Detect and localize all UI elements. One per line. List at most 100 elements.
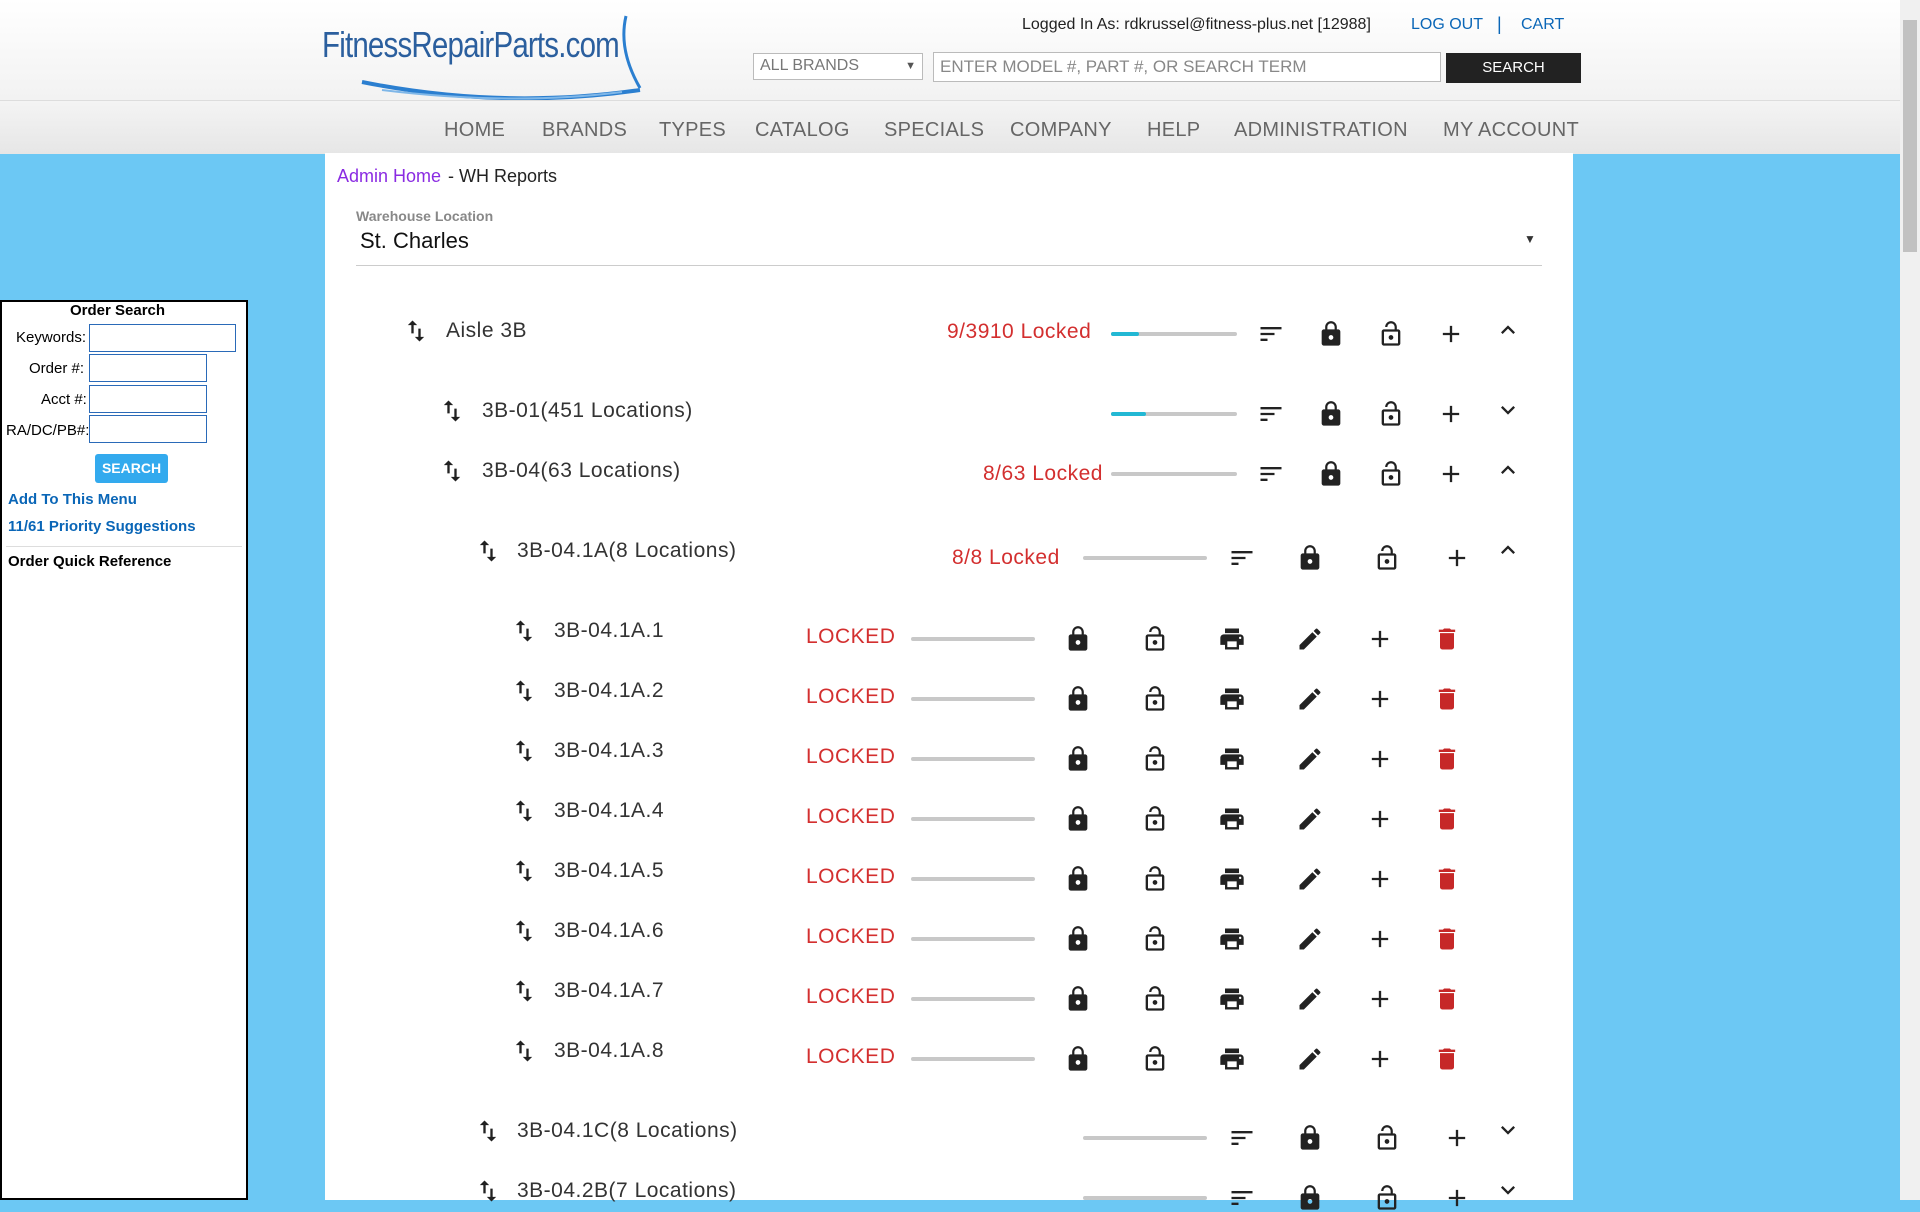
edit-icon[interactable] bbox=[1296, 685, 1324, 713]
priority-suggestions-link[interactable]: 11/61 Priority Suggestions bbox=[8, 518, 196, 535]
trash-icon[interactable] bbox=[1433, 625, 1461, 653]
warehouse-location-select[interactable]: St. Charles bbox=[360, 228, 469, 254]
edit-icon[interactable] bbox=[1296, 745, 1324, 773]
sort-arrows-icon[interactable] bbox=[510, 917, 538, 945]
sort-arrows-icon[interactable] bbox=[510, 617, 538, 645]
sort-arrows-icon[interactable] bbox=[510, 677, 538, 705]
plus-icon[interactable] bbox=[1366, 625, 1394, 653]
trash-icon[interactable] bbox=[1433, 865, 1461, 893]
chevron-down-icon[interactable] bbox=[1494, 1116, 1522, 1144]
sort-list-icon[interactable] bbox=[1228, 1124, 1256, 1152]
lock-icon[interactable] bbox=[1064, 865, 1092, 893]
unlock-icon[interactable] bbox=[1141, 1045, 1169, 1073]
lock-icon[interactable] bbox=[1317, 460, 1345, 488]
unlock-icon[interactable] bbox=[1377, 400, 1405, 428]
order-search-button[interactable]: SEARCH bbox=[95, 454, 168, 483]
sort-arrows-icon[interactable] bbox=[510, 977, 538, 1005]
unlock-icon[interactable] bbox=[1141, 685, 1169, 713]
unlock-icon[interactable] bbox=[1373, 1184, 1401, 1212]
chevron-up-icon[interactable] bbox=[1494, 456, 1522, 484]
nav-home[interactable]: HOME bbox=[444, 119, 505, 142]
logout-link[interactable]: LOG OUT bbox=[1411, 16, 1483, 34]
ra-dc-pb-input[interactable] bbox=[89, 415, 207, 443]
lock-icon[interactable] bbox=[1064, 1045, 1092, 1073]
nav-help[interactable]: HELP bbox=[1147, 119, 1200, 142]
plus-icon[interactable] bbox=[1437, 400, 1465, 428]
nav-catalog[interactable]: CATALOG bbox=[755, 119, 850, 142]
chevron-up-icon[interactable] bbox=[1494, 316, 1522, 344]
edit-icon[interactable] bbox=[1296, 925, 1324, 953]
trash-icon[interactable] bbox=[1433, 925, 1461, 953]
keywords-input[interactable] bbox=[89, 324, 236, 352]
print-icon[interactable] bbox=[1218, 865, 1246, 893]
print-icon[interactable] bbox=[1218, 625, 1246, 653]
nav-my-account[interactable]: MY ACCOUNT bbox=[1443, 119, 1579, 142]
lock-icon[interactable] bbox=[1317, 320, 1345, 348]
breadcrumb-admin-home[interactable]: Admin Home bbox=[337, 166, 441, 187]
nav-brands[interactable]: BRANDS bbox=[542, 119, 627, 142]
nav-specials[interactable]: SPECIALS bbox=[884, 119, 984, 142]
dropdown-arrow-icon[interactable]: ▼ bbox=[1524, 232, 1536, 246]
site-logo[interactable]: FitnessRepairParts.com bbox=[322, 10, 642, 100]
trash-icon[interactable] bbox=[1433, 985, 1461, 1013]
search-button[interactable]: SEARCH bbox=[1446, 53, 1581, 83]
nav-company[interactable]: COMPANY bbox=[1010, 119, 1112, 142]
sort-arrows-icon[interactable] bbox=[438, 457, 466, 485]
print-icon[interactable] bbox=[1218, 985, 1246, 1013]
edit-icon[interactable] bbox=[1296, 625, 1324, 653]
order-number-input[interactable] bbox=[89, 354, 207, 382]
sort-list-icon[interactable] bbox=[1257, 320, 1285, 348]
search-input[interactable]: ENTER MODEL #, PART #, OR SEARCH TERM bbox=[933, 52, 1441, 82]
lock-icon[interactable] bbox=[1064, 625, 1092, 653]
plus-icon[interactable] bbox=[1366, 925, 1394, 953]
lock-icon[interactable] bbox=[1064, 805, 1092, 833]
sort-arrows-icon[interactable] bbox=[402, 317, 430, 345]
print-icon[interactable] bbox=[1218, 805, 1246, 833]
sort-arrows-icon[interactable] bbox=[474, 537, 502, 565]
plus-icon[interactable] bbox=[1366, 865, 1394, 893]
lock-icon[interactable] bbox=[1317, 400, 1345, 428]
plus-icon[interactable] bbox=[1443, 544, 1471, 572]
nav-types[interactable]: TYPES bbox=[659, 119, 726, 142]
unlock-icon[interactable] bbox=[1141, 745, 1169, 773]
unlock-icon[interactable] bbox=[1141, 805, 1169, 833]
print-icon[interactable] bbox=[1218, 745, 1246, 773]
print-icon[interactable] bbox=[1218, 685, 1246, 713]
add-to-menu-link[interactable]: Add To This Menu bbox=[8, 491, 137, 508]
edit-icon[interactable] bbox=[1296, 865, 1324, 893]
nav-administration[interactable]: ADMINISTRATION bbox=[1234, 119, 1408, 142]
unlock-icon[interactable] bbox=[1141, 925, 1169, 953]
unlock-icon[interactable] bbox=[1141, 625, 1169, 653]
plus-icon[interactable] bbox=[1437, 460, 1465, 488]
sort-list-icon[interactable] bbox=[1228, 544, 1256, 572]
trash-icon[interactable] bbox=[1433, 685, 1461, 713]
plus-icon[interactable] bbox=[1366, 805, 1394, 833]
account-number-input[interactable] bbox=[89, 385, 207, 413]
plus-icon[interactable] bbox=[1437, 320, 1465, 348]
plus-icon[interactable] bbox=[1443, 1124, 1471, 1152]
unlock-icon[interactable] bbox=[1373, 544, 1401, 572]
trash-icon[interactable] bbox=[1433, 745, 1461, 773]
unlock-icon[interactable] bbox=[1373, 1124, 1401, 1152]
unlock-icon[interactable] bbox=[1377, 460, 1405, 488]
sort-arrows-icon[interactable] bbox=[510, 857, 538, 885]
sort-arrows-icon[interactable] bbox=[510, 797, 538, 825]
sort-arrows-icon[interactable] bbox=[510, 737, 538, 765]
brands-select[interactable]: ALL BRANDS ▼ bbox=[753, 53, 923, 80]
print-icon[interactable] bbox=[1218, 925, 1246, 953]
unlock-icon[interactable] bbox=[1141, 865, 1169, 893]
chevron-down-icon[interactable] bbox=[1494, 396, 1522, 424]
plus-icon[interactable] bbox=[1366, 1045, 1394, 1073]
lock-icon[interactable] bbox=[1296, 1184, 1324, 1212]
plus-icon[interactable] bbox=[1366, 745, 1394, 773]
plus-icon[interactable] bbox=[1443, 1184, 1471, 1212]
lock-icon[interactable] bbox=[1296, 544, 1324, 572]
unlock-icon[interactable] bbox=[1141, 985, 1169, 1013]
sort-list-icon[interactable] bbox=[1228, 1184, 1256, 1212]
sort-arrows-icon[interactable] bbox=[474, 1177, 502, 1205]
edit-icon[interactable] bbox=[1296, 805, 1324, 833]
sort-arrows-icon[interactable] bbox=[510, 1037, 538, 1065]
lock-icon[interactable] bbox=[1064, 685, 1092, 713]
sort-list-icon[interactable] bbox=[1257, 460, 1285, 488]
lock-icon[interactable] bbox=[1064, 745, 1092, 773]
